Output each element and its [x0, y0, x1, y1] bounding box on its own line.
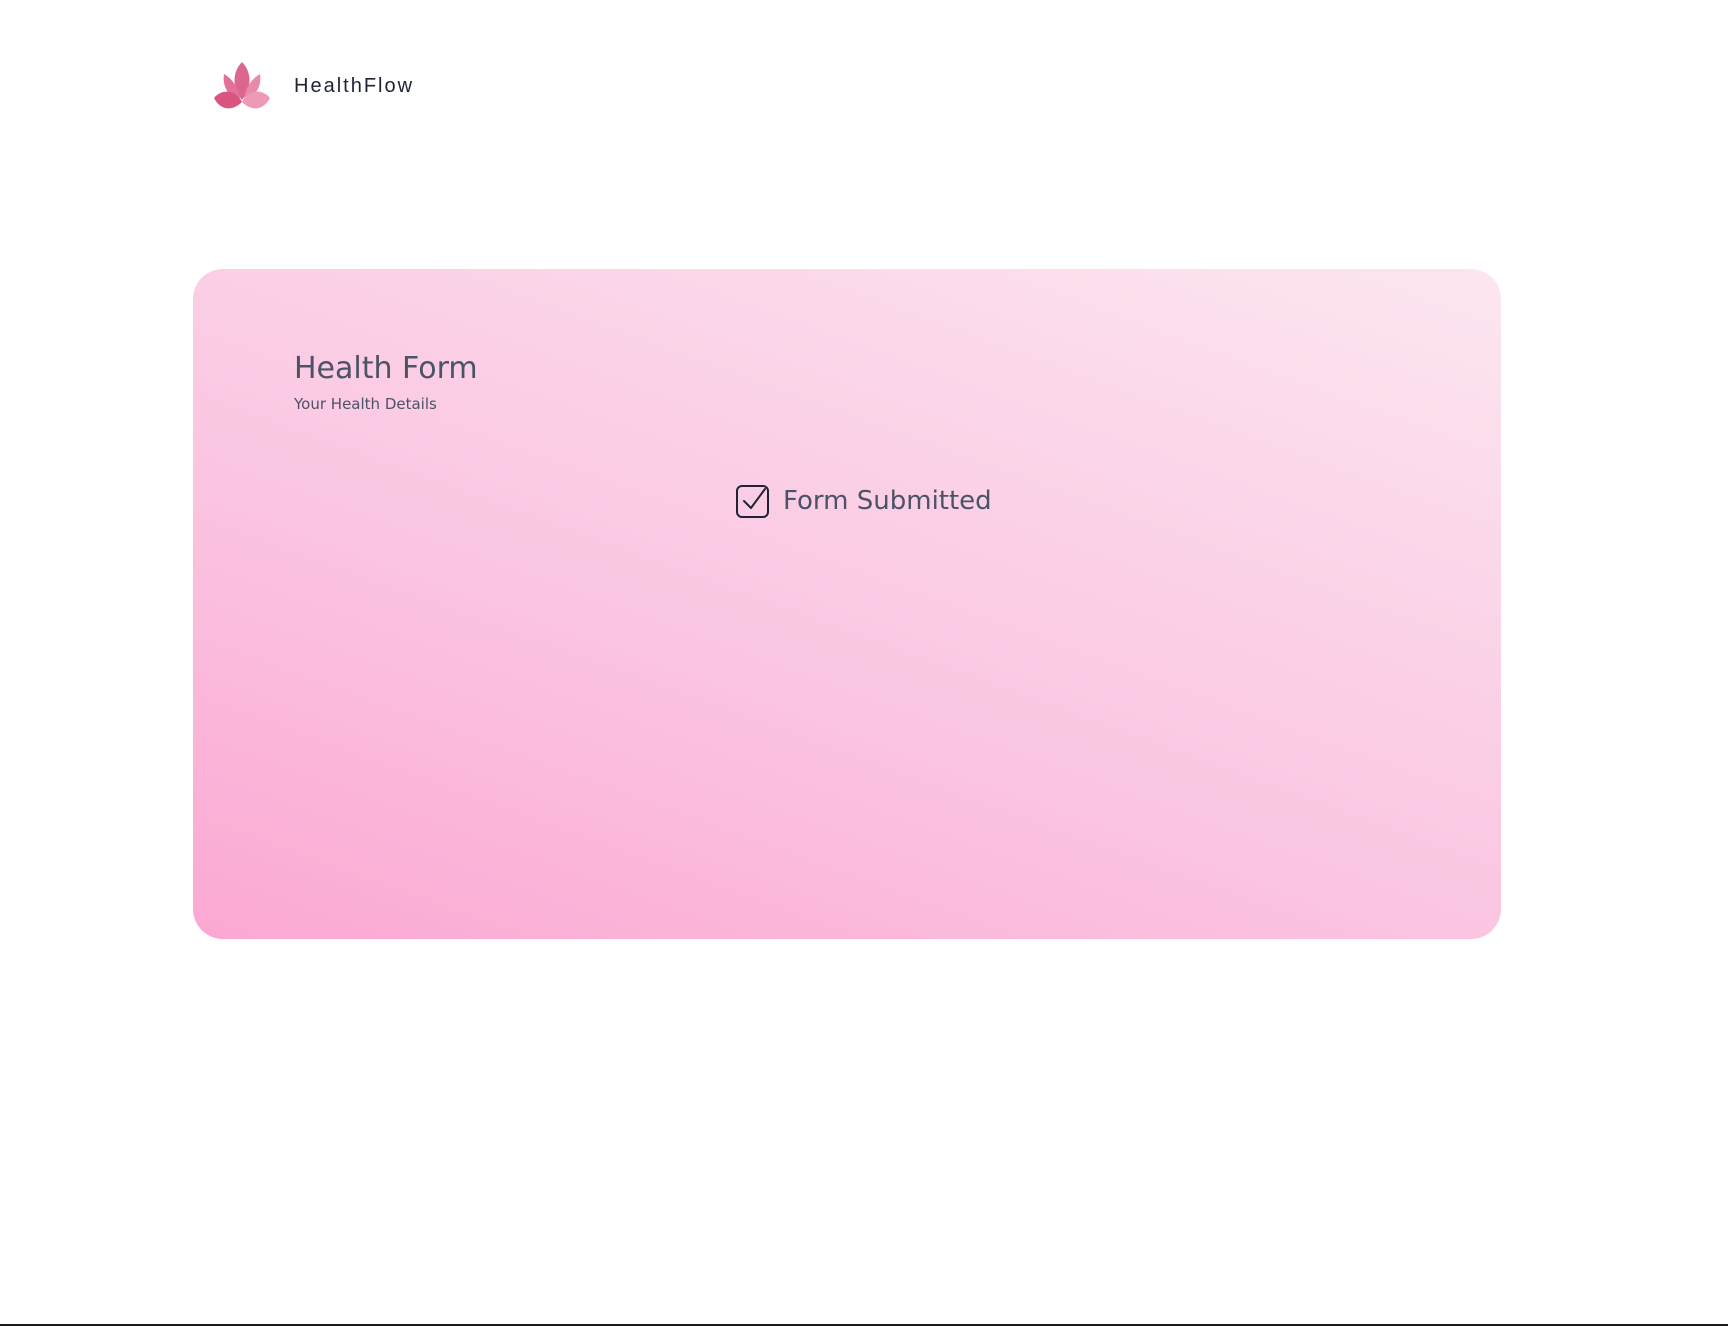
lotus-icon: [212, 58, 272, 114]
app-header: HealthFlow: [212, 56, 414, 116]
page: HealthFlow Health Form Your Health Detai…: [0, 0, 1728, 1326]
checkbox-checked-icon: [735, 483, 771, 519]
form-title: Health Form: [294, 351, 478, 386]
form-subtitle: Your Health Details: [294, 395, 437, 413]
brand-name[interactable]: HealthFlow: [294, 75, 414, 98]
status-text: Form Submitted: [783, 486, 992, 516]
health-form-card: Health Form Your Health Details Form Sub…: [193, 269, 1501, 939]
submission-status: Form Submitted: [735, 483, 992, 519]
